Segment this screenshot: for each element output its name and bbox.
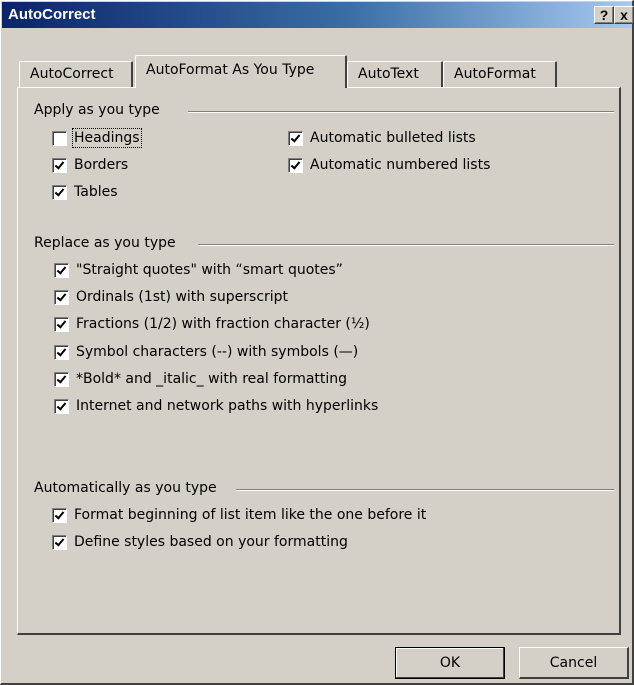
format-list-item-checkbox[interactable]: Format beginning of list item like the o…	[52, 507, 426, 523]
fractions-label: Fractions (1/2) with fraction character …	[76, 316, 370, 332]
bold-italic-checkbox[interactable]: *Bold* and _italic_ with real formatting	[54, 371, 347, 387]
define-styles-checkbox[interactable]: Define styles based on your formatting	[52, 534, 348, 550]
help-button[interactable]: ?	[594, 6, 614, 24]
numbered-lists-checkbox-box[interactable]	[288, 157, 303, 173]
borders-label: Borders	[74, 157, 129, 173]
autocorrect-dialog: AutoCorrect ? x AutoCorrect AutoFormat A…	[0, 0, 634, 685]
bulleted-lists-checkbox-box[interactable]	[288, 130, 303, 146]
tab-autocorrect[interactable]: AutoCorrect	[19, 61, 133, 87]
smart-quotes-checkbox-box[interactable]	[54, 262, 69, 278]
tab-autoformat-as-you-type[interactable]: AutoFormat As You Type	[135, 55, 347, 88]
bulleted-lists-label: Automatic bulleted lists	[310, 130, 476, 146]
borders-checkbox-box[interactable]	[52, 157, 67, 173]
borders-checkbox[interactable]: Borders	[52, 157, 128, 173]
bold-italic-label: *Bold* and _italic_ with real formatting	[76, 371, 348, 387]
numbered-lists-checkbox[interactable]: Automatic numbered lists	[288, 157, 490, 173]
format-list-item-label: Format beginning of list item like the o…	[74, 507, 427, 523]
fractions-checkbox[interactable]: Fractions (1/2) with fraction character …	[54, 316, 370, 332]
bold-italic-checkbox-box[interactable]	[54, 371, 69, 387]
tables-checkbox-box[interactable]	[52, 184, 67, 200]
ordinals-label: Ordinals (1st) with superscript	[76, 289, 289, 305]
symbols-checkbox[interactable]: Symbol characters (--) with symbols (—)	[54, 344, 358, 360]
close-button[interactable]: x	[614, 6, 634, 24]
ok-button[interactable]: OK	[395, 647, 505, 679]
tables-checkbox[interactable]: Tables	[52, 184, 118, 200]
numbered-lists-label: Automatic numbered lists	[310, 157, 491, 173]
hyperlinks-checkbox[interactable]: Internet and network paths with hyperlin…	[54, 398, 378, 414]
hyperlinks-label: Internet and network paths with hyperlin…	[76, 398, 379, 414]
group-divider	[236, 489, 614, 491]
define-styles-label: Define styles based on your formatting	[74, 534, 348, 550]
ordinals-checkbox-box[interactable]	[54, 289, 69, 305]
tab-panel: Apply as you type Headings Borders Table…	[17, 87, 621, 635]
auto-group-label: Automatically as you type	[34, 480, 223, 496]
group-divider	[198, 244, 614, 246]
headings-checkbox-box[interactable]	[52, 130, 67, 146]
smart-quotes-checkbox[interactable]: "Straight quotes" with “smart quotes”	[54, 262, 343, 278]
ordinals-checkbox[interactable]: Ordinals (1st) with superscript	[54, 289, 288, 305]
fractions-checkbox-box[interactable]	[54, 316, 69, 332]
hyperlinks-checkbox-box[interactable]	[54, 398, 69, 414]
cancel-button[interactable]: Cancel	[519, 647, 629, 679]
dialog-title: AutoCorrect	[8, 6, 96, 23]
headings-checkbox[interactable]: Headings	[52, 128, 142, 148]
smart-quotes-label: "Straight quotes" with “smart quotes”	[76, 262, 343, 278]
replace-group-label: Replace as you type	[34, 235, 182, 251]
apply-group-label: Apply as you type	[34, 102, 166, 118]
symbols-checkbox-box[interactable]	[54, 344, 69, 360]
headings-label: Headings	[72, 128, 142, 148]
bulleted-lists-checkbox[interactable]: Automatic bulleted lists	[288, 130, 476, 146]
group-divider	[188, 111, 614, 113]
title-bar[interactable]: AutoCorrect ? x	[2, 2, 634, 28]
tab-autotext[interactable]: AutoText	[347, 61, 443, 87]
define-styles-checkbox-box[interactable]	[52, 534, 67, 550]
format-list-item-checkbox-box[interactable]	[52, 507, 67, 523]
tables-label: Tables	[74, 184, 118, 200]
tab-autoformat[interactable]: AutoFormat	[443, 61, 557, 87]
symbols-label: Symbol characters (--) with symbols (—)	[76, 344, 359, 360]
